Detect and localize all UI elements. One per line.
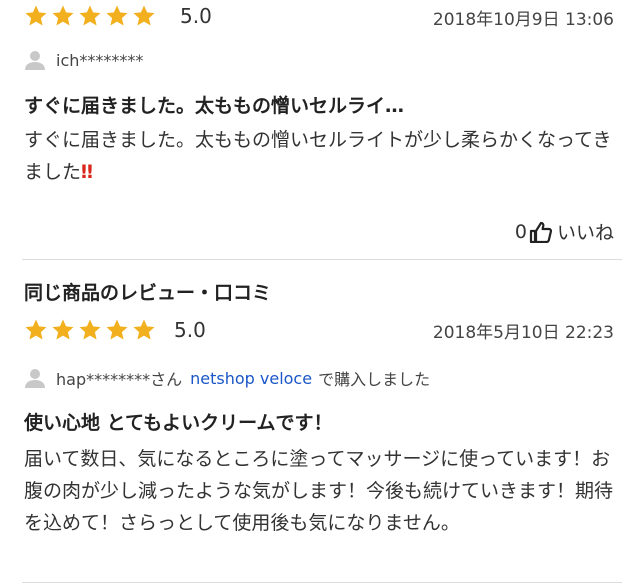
divider [22,259,622,260]
star-icon [78,4,102,28]
review2-rating: 5.0 [174,318,206,342]
section-heading: 同じ商品のレビュー・口コミ [24,282,272,304]
star-icon [132,318,156,342]
user-avatar-icon [24,367,46,389]
review2-user: hap********さん netshop veloce で購入しました [24,366,430,390]
user-avatar-icon [24,49,46,71]
star-icon [78,318,102,342]
star-icon [51,318,75,342]
review2-title: 使い心地 とてもよいクリームです！ [24,412,333,434]
review1-body: すぐに届きました。太ももの憎いセルライトが少し柔らかくなってきました‼ [24,124,624,188]
review2-username[interactable]: hap********さん [56,366,182,390]
review2-stars [24,318,156,342]
like-count: 0 [514,220,527,243]
purchase-text: で購入しました [318,370,431,389]
review2-date: 2018年5月10日 22:23 [432,323,614,343]
like-label: いいね [556,222,614,244]
thumbs-up-icon [527,221,557,243]
star-icon [24,318,48,342]
star-icon [24,4,48,28]
divider [22,582,622,583]
shop-link[interactable]: netshop veloce [190,369,312,388]
double-exclamation-emoji: ‼ [81,161,93,183]
star-icon [105,4,129,28]
review1-user[interactable]: ich******** [24,49,143,71]
star-icon [132,4,156,28]
review1-username: ich******** [56,50,144,70]
like-button[interactable]: 0 いいね [515,218,614,245]
star-icon [105,318,129,342]
star-icon [51,4,75,28]
review1-body-text: すぐに届きました。太ももの憎いセルライトが少し柔らかくなってきました [24,129,612,183]
review2-body: 届いて数日、気になるところに塗ってマッサージに使っています！お腹の肉が少し減った… [24,448,614,534]
review1-title: すぐに届きました。太ももの憎いセルライ… [24,95,405,117]
review1-rating: 5.0 [180,4,212,28]
review1-date: 2018年10月9日 13:06 [432,10,614,30]
review1-stars [24,4,156,28]
